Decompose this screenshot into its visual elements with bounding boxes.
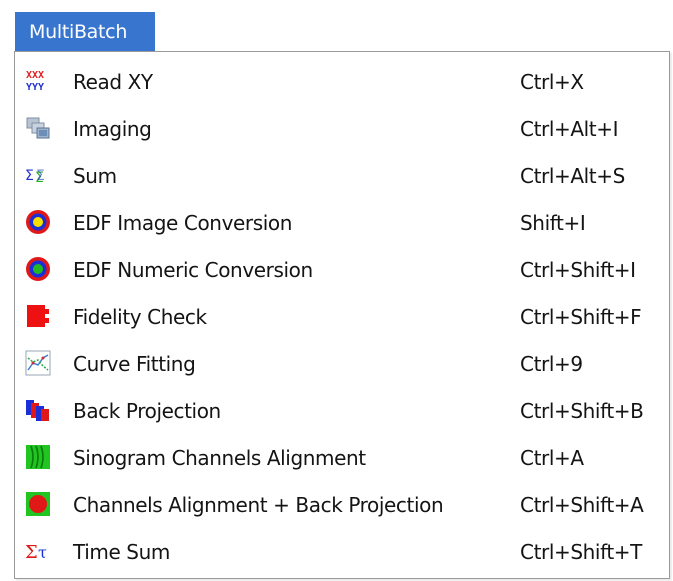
time-sum-icon: Σ τ xyxy=(25,542,47,563)
red-block-icon xyxy=(27,305,49,327)
menu-item-label: EDF Numeric Conversion xyxy=(73,258,313,282)
target-green-icon xyxy=(26,257,50,281)
menu-item-sum[interactable]: Σ Σ Σ Sum Ctrl+Alt+S xyxy=(15,153,669,199)
menu-item-label: Curve Fitting xyxy=(73,352,196,376)
menu-item-label: Channels Alignment + Back Projection xyxy=(73,493,444,517)
menu-item-sinogram-channels-alignment[interactable]: Sinogram Channels Alignment Ctrl+A xyxy=(15,435,669,481)
menu-item-label: Read XY xyxy=(73,70,153,94)
menu-item-label: EDF Image Conversion xyxy=(73,211,293,235)
svg-text:Σ: Σ xyxy=(36,168,45,184)
menu-item-shortcut: Ctrl+Alt+S xyxy=(520,164,625,188)
svg-text:τ: τ xyxy=(38,543,47,562)
curve-fitting-icon xyxy=(25,350,51,376)
menu-item-shortcut: Ctrl+Shift+F xyxy=(520,305,642,329)
menu-item-edf-numeric-conversion[interactable]: EDF Numeric Conversion Ctrl+Shift+I xyxy=(15,247,669,293)
menu-item-label: Fidelity Check xyxy=(73,305,207,329)
multibatch-dropdown-menu: XXX YYY Read XY Ctrl+X Imaging Ctrl+Alt+… xyxy=(14,51,670,579)
menu-item-shortcut: Ctrl+Shift+I xyxy=(520,258,636,282)
svg-text:Σ: Σ xyxy=(25,542,38,563)
menu-item-curve-fitting[interactable]: Curve Fitting Ctrl+9 xyxy=(15,341,669,387)
menubar: MultiBatch xyxy=(0,0,673,52)
sum-icon: Σ Σ Σ xyxy=(25,168,45,186)
menu-item-label: Back Projection xyxy=(73,399,221,423)
target-yellow-icon xyxy=(26,210,50,234)
menu-item-shortcut: Ctrl+9 xyxy=(520,352,583,376)
menu-item-shortcut: Ctrl+A xyxy=(520,446,584,470)
svg-text:Σ: Σ xyxy=(25,168,34,184)
menu-item-shortcut: Ctrl+Shift+A xyxy=(520,493,644,517)
menu-item-read-xy[interactable]: XXX YYY Read XY Ctrl+X xyxy=(15,59,669,105)
read-xy-icon: XXX YYY xyxy=(26,70,44,93)
menu-item-back-projection[interactable]: Back Projection Ctrl+Shift+B xyxy=(15,388,669,434)
menu-item-fidelity-check[interactable]: Fidelity Check Ctrl+Shift+F xyxy=(15,294,669,340)
menu-item-edf-image-conversion[interactable]: EDF Image Conversion Shift+I xyxy=(15,200,669,246)
svg-text:YYY: YYY xyxy=(26,82,44,93)
svg-text:XXX: XXX xyxy=(26,70,44,81)
menu-item-channels-alignment-back-projection[interactable]: Channels Alignment + Back Projection Ctr… xyxy=(15,482,669,528)
menu-multibatch[interactable]: MultiBatch xyxy=(15,12,155,52)
menu-item-shortcut: Ctrl+X xyxy=(520,70,584,94)
menu-item-label: Time Sum xyxy=(73,540,170,564)
menu-item-shortcut: Ctrl+Shift+T xyxy=(520,540,642,564)
menu-item-time-sum[interactable]: Σ τ Time Sum Ctrl+Shift+T xyxy=(15,529,669,575)
back-projection-icon xyxy=(26,400,49,421)
menu-item-label: Sum xyxy=(73,164,117,188)
menu-item-shortcut: Ctrl+Alt+I xyxy=(520,117,619,141)
channels-backprojection-icon xyxy=(26,492,50,516)
sinogram-icon xyxy=(26,445,50,469)
menu-item-imaging[interactable]: Imaging Ctrl+Alt+I xyxy=(15,106,669,152)
imaging-icon xyxy=(26,117,50,139)
menu-item-label: Imaging xyxy=(73,117,152,141)
menu-item-label: Sinogram Channels Alignment xyxy=(73,446,366,470)
menu-item-shortcut: Ctrl+Shift+B xyxy=(520,399,644,423)
menu-item-shortcut: Shift+I xyxy=(520,211,586,235)
